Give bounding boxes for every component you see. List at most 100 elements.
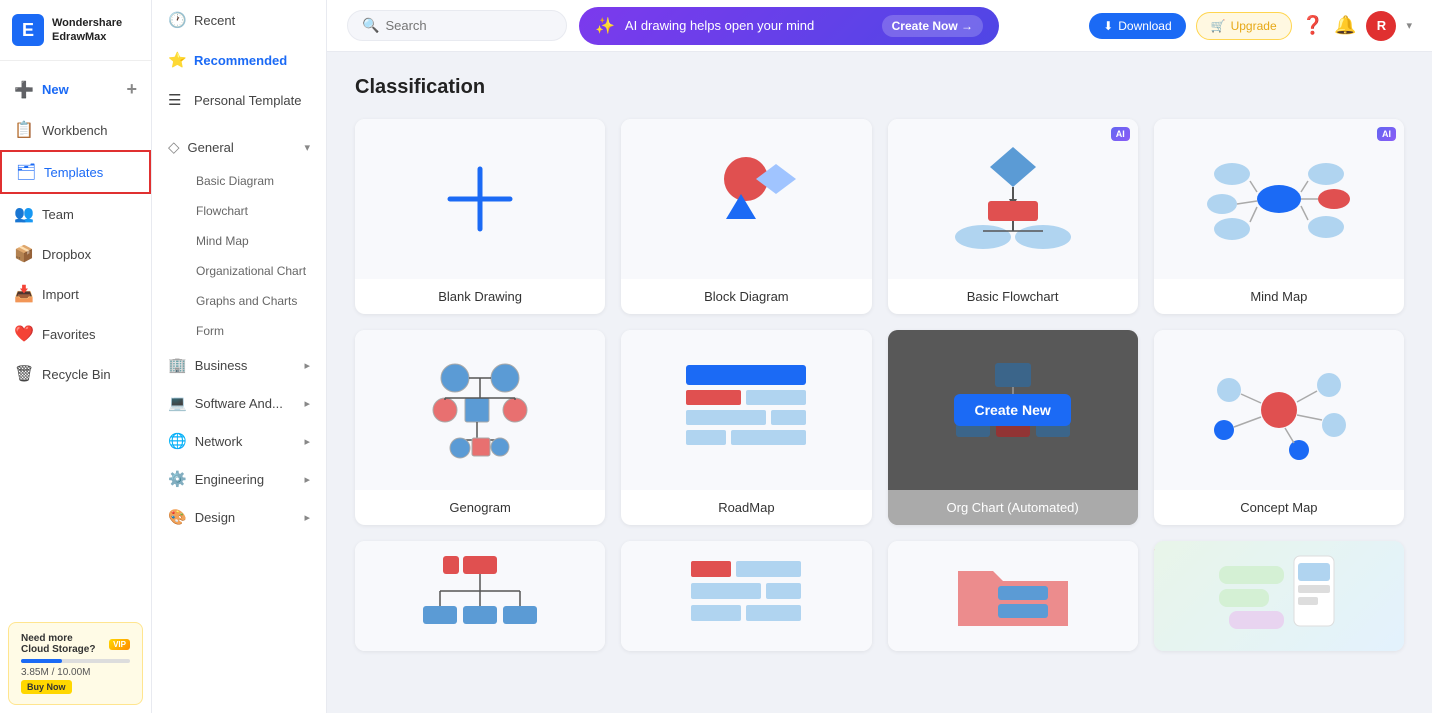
template-grid: Blank Drawing Block Diagram	[355, 119, 1404, 525]
cat-software[interactable]: 💻 Software And... ▸	[152, 384, 326, 422]
ai-banner-text: AI drawing helps open your mind	[625, 18, 872, 33]
cat-label-software: Software And...	[195, 396, 283, 411]
design-icon: 🎨	[168, 508, 187, 526]
network2-thumb	[888, 541, 1138, 651]
download-button[interactable]: ⬇ Download	[1089, 13, 1185, 39]
storage-area: Need more Cloud Storage? VIP 3.85M / 10.…	[8, 622, 143, 705]
recommended-svg	[1214, 551, 1344, 641]
help-icon[interactable]: ❓	[1302, 15, 1324, 36]
software-icon: 💻	[168, 394, 187, 412]
cat-design[interactable]: 🎨 Design ▸	[152, 498, 326, 536]
notifications-icon[interactable]: 🔔	[1334, 15, 1356, 36]
nav-item-dropbox[interactable]: 📦 Dropbox	[0, 234, 151, 274]
create-now-button[interactable]: Create Now →	[882, 15, 983, 37]
cat-label-engineering: Engineering	[195, 472, 264, 487]
business-arrow: ▸	[304, 359, 310, 372]
sub-mind-map[interactable]: Mind Map	[152, 226, 326, 256]
nav-item-team[interactable]: 👥 Team	[0, 194, 151, 234]
avatar[interactable]: R	[1366, 11, 1396, 41]
sub-flowchart[interactable]: Flowchart	[152, 196, 326, 226]
search-box[interactable]: 🔍	[347, 10, 567, 41]
card-network2[interactable]	[888, 541, 1138, 651]
cat-business[interactable]: 🏢 Business ▸	[152, 346, 326, 384]
buy-now-button[interactable]: Buy Now	[21, 680, 72, 694]
storage-bar-fill	[21, 659, 62, 663]
mindmap-ai-badge: AI	[1377, 127, 1396, 141]
conceptmap-svg	[1204, 350, 1354, 470]
mid-label-personal: Personal Template	[194, 93, 301, 108]
templates-icon: 🗂	[16, 162, 36, 182]
cat-general[interactable]: ◇ General ▾	[152, 128, 326, 166]
main-area: 🔍 ✨ AI drawing helps open your mind Crea…	[327, 0, 1432, 713]
left-sidebar: E WondershareEdrawMax ➕ New + 📋 Workbenc…	[0, 0, 152, 713]
create-new-overlay-button[interactable]: Create New	[954, 394, 1070, 426]
card-roadmap[interactable]: RoadMap	[621, 330, 871, 525]
card-block[interactable]: Block Diagram	[621, 119, 871, 314]
ai-banner[interactable]: ✨ AI drawing helps open your mind Create…	[579, 7, 999, 45]
gantt-svg	[681, 551, 811, 641]
nav-item-templates[interactable]: 🗂 Templates	[0, 150, 151, 194]
bottom-grid: Recommended	[355, 541, 1404, 651]
ai-icon: ✨	[595, 16, 615, 36]
flowchart-ai-badge: AI	[1111, 127, 1130, 141]
sub-basic-diagram[interactable]: Basic Diagram	[152, 166, 326, 196]
conceptmap-label: Concept Map	[1154, 490, 1404, 525]
card-conceptmap[interactable]: Concept Map	[1154, 330, 1404, 525]
sub-graphs[interactable]: Graphs and Charts	[152, 286, 326, 316]
search-input[interactable]	[385, 18, 535, 33]
engineering-icon: ⚙️	[168, 470, 187, 488]
nav-item-favorites[interactable]: ❤️ Favorites	[0, 314, 151, 354]
card-blank[interactable]: Blank Drawing	[355, 119, 605, 314]
cat-engineering[interactable]: ⚙️ Engineering ▸	[152, 460, 326, 498]
card-flowchart[interactable]: AI Basic Flowchart	[888, 119, 1138, 314]
nav-label-team: Team	[42, 207, 74, 222]
business-icon: 🏢	[168, 356, 187, 374]
top-bar: 🔍 ✨ AI drawing helps open your mind Crea…	[327, 0, 1432, 52]
card-mindmap[interactable]: AI Mind Map	[1154, 119, 1404, 314]
recent-icon: 🕐	[168, 11, 186, 29]
flowchart-svg	[948, 139, 1078, 259]
mid-item-recommended[interactable]: ⭐ Recommended	[152, 40, 326, 80]
roadmap-svg	[676, 355, 816, 465]
blank-drawing-svg	[440, 159, 520, 239]
nav-item-workbench[interactable]: 📋 Workbench	[0, 110, 151, 150]
card-gantt[interactable]	[621, 541, 871, 651]
mid-item-personal[interactable]: ☰ Personal Template	[152, 80, 326, 120]
nav-item-new[interactable]: ➕ New +	[0, 69, 151, 110]
card-genogram[interactable]: Genogram	[355, 330, 605, 525]
mid-label-recommended: Recommended	[194, 53, 287, 68]
gantt-thumb	[621, 541, 871, 651]
upgrade-label: Upgrade	[1231, 19, 1277, 33]
card-tree[interactable]	[355, 541, 605, 651]
roadmap-thumb	[621, 330, 871, 490]
cat-label-design: Design	[195, 510, 235, 525]
plus-icon: +	[126, 79, 137, 100]
card-orgchart[interactable]: Create New Org Chart (Automated)	[888, 330, 1138, 525]
sub-org-chart[interactable]: Organizational Chart	[152, 256, 326, 286]
genogram-svg	[410, 350, 550, 470]
block-diagram-svg	[676, 144, 816, 254]
sub-form[interactable]: Form	[152, 316, 326, 346]
nav-label-new: New	[42, 82, 69, 97]
user-dropdown-arrow[interactable]: ▾	[1406, 19, 1412, 32]
nav-item-import[interactable]: 📥 Import	[0, 274, 151, 314]
recommended-thumb	[1154, 541, 1404, 651]
mid-item-recent[interactable]: 🕐 Recent	[152, 0, 326, 40]
nav-label-dropbox: Dropbox	[42, 247, 91, 262]
import-icon: 📥	[14, 284, 34, 304]
workbench-icon: 📋	[14, 120, 34, 140]
block-thumb	[621, 119, 871, 279]
recommended-icon: ⭐	[168, 51, 186, 69]
upgrade-icon: 🛒	[1211, 19, 1226, 33]
design-arrow: ▸	[304, 511, 310, 524]
upgrade-button[interactable]: 🛒 Upgrade	[1196, 12, 1292, 40]
dropbox-icon: 📦	[14, 244, 34, 264]
orgchart-label: Org Chart (Automated)	[888, 490, 1138, 525]
nav-item-recycle[interactable]: 🗑 Recycle Bin	[0, 354, 151, 394]
cat-network[interactable]: 🌐 Network ▸	[152, 422, 326, 460]
mindmap-thumb: AI	[1154, 119, 1404, 279]
favorites-icon: ❤️	[14, 324, 34, 344]
conceptmap-thumb	[1154, 330, 1404, 490]
logo-area: E WondershareEdrawMax	[0, 0, 151, 61]
card-recommended-bottom[interactable]: Recommended	[1154, 541, 1404, 651]
